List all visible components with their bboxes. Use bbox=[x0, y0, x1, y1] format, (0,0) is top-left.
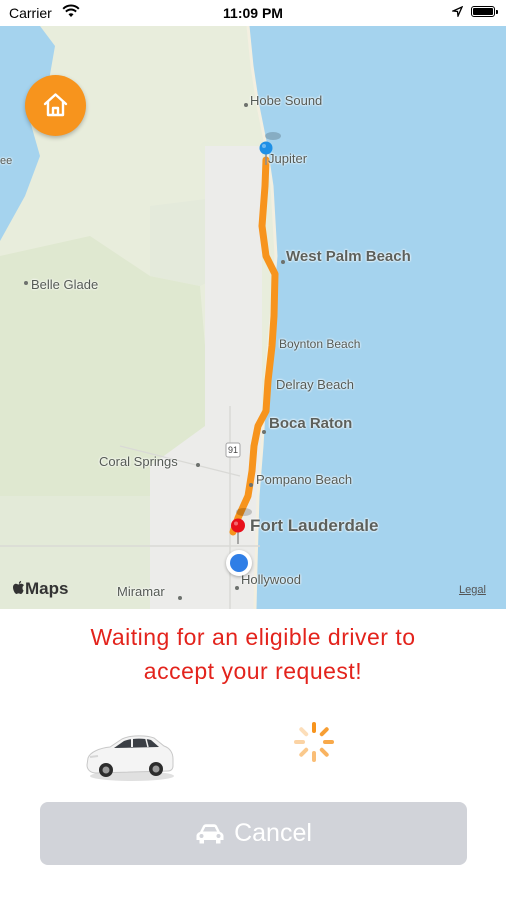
waiting-message: Waiting for an eligible driver to accept… bbox=[0, 620, 506, 688]
place-label-fort-lauderdale: Fort Lauderdale bbox=[250, 516, 379, 535]
start-pin-icon[interactable] bbox=[259, 141, 273, 165]
place-label-hobe-sound: Hobe Sound bbox=[250, 93, 323, 108]
maps-attribution: Maps bbox=[12, 579, 68, 599]
clock: 11:09 PM bbox=[223, 5, 283, 21]
battery-icon bbox=[471, 6, 498, 17]
place-dot bbox=[235, 586, 239, 590]
waiting-message-line-2: accept your request! bbox=[143, 658, 363, 684]
status-bar: Carrier 11:09 PM bbox=[0, 0, 506, 26]
place-label-hollywood: Hollywood bbox=[241, 572, 301, 587]
place-dot bbox=[262, 430, 266, 434]
place-label-west-palm-beach: West Palm Beach bbox=[286, 248, 411, 265]
cancel-button[interactable]: Cancel bbox=[40, 802, 467, 865]
place-dot bbox=[281, 260, 285, 264]
place-label-lake-partial: ee bbox=[0, 155, 13, 167]
place-label-boynton-beach: Boynton Beach bbox=[279, 337, 361, 351]
route-map[interactable]: Hobe Sound Jupiter West Palm Beach Belle… bbox=[0, 26, 506, 609]
destination-pin-icon[interactable] bbox=[230, 518, 246, 544]
place-dot bbox=[244, 103, 248, 107]
place-label-pompano-beach: Pompano Beach bbox=[256, 472, 353, 487]
waiting-message-line-1: Waiting for an eligible driver to bbox=[90, 624, 416, 650]
apple-logo-icon bbox=[13, 580, 24, 594]
place-label-coral-springs: Coral Springs bbox=[99, 454, 178, 469]
home-button[interactable] bbox=[25, 75, 86, 136]
highway-shield-label: 91 bbox=[228, 445, 239, 455]
place-label-belle-glade: Belle Glade bbox=[31, 277, 99, 292]
place-label-miramar: Miramar bbox=[117, 584, 165, 599]
place-dot bbox=[24, 281, 28, 285]
current-location-marker bbox=[226, 550, 252, 576]
loading-spinner-icon bbox=[294, 722, 334, 762]
place-label-jupiter: Jupiter bbox=[268, 151, 308, 166]
location-arrow-icon bbox=[452, 6, 463, 17]
car-image bbox=[86, 735, 174, 781]
place-dot bbox=[196, 463, 200, 467]
place-label-delray-beach: Delray Beach bbox=[276, 377, 355, 392]
home-icon bbox=[43, 93, 68, 117]
car-icon bbox=[196, 823, 224, 843]
cancel-button-label: Cancel bbox=[234, 819, 312, 847]
place-label-boca-raton: Boca Raton bbox=[269, 415, 353, 432]
legal-link[interactable]: Legal bbox=[459, 584, 486, 596]
place-dot bbox=[178, 596, 182, 600]
place-dot bbox=[249, 483, 253, 487]
cancel-button-content: Cancel bbox=[40, 802, 467, 865]
maps-label: Maps bbox=[25, 579, 69, 598]
